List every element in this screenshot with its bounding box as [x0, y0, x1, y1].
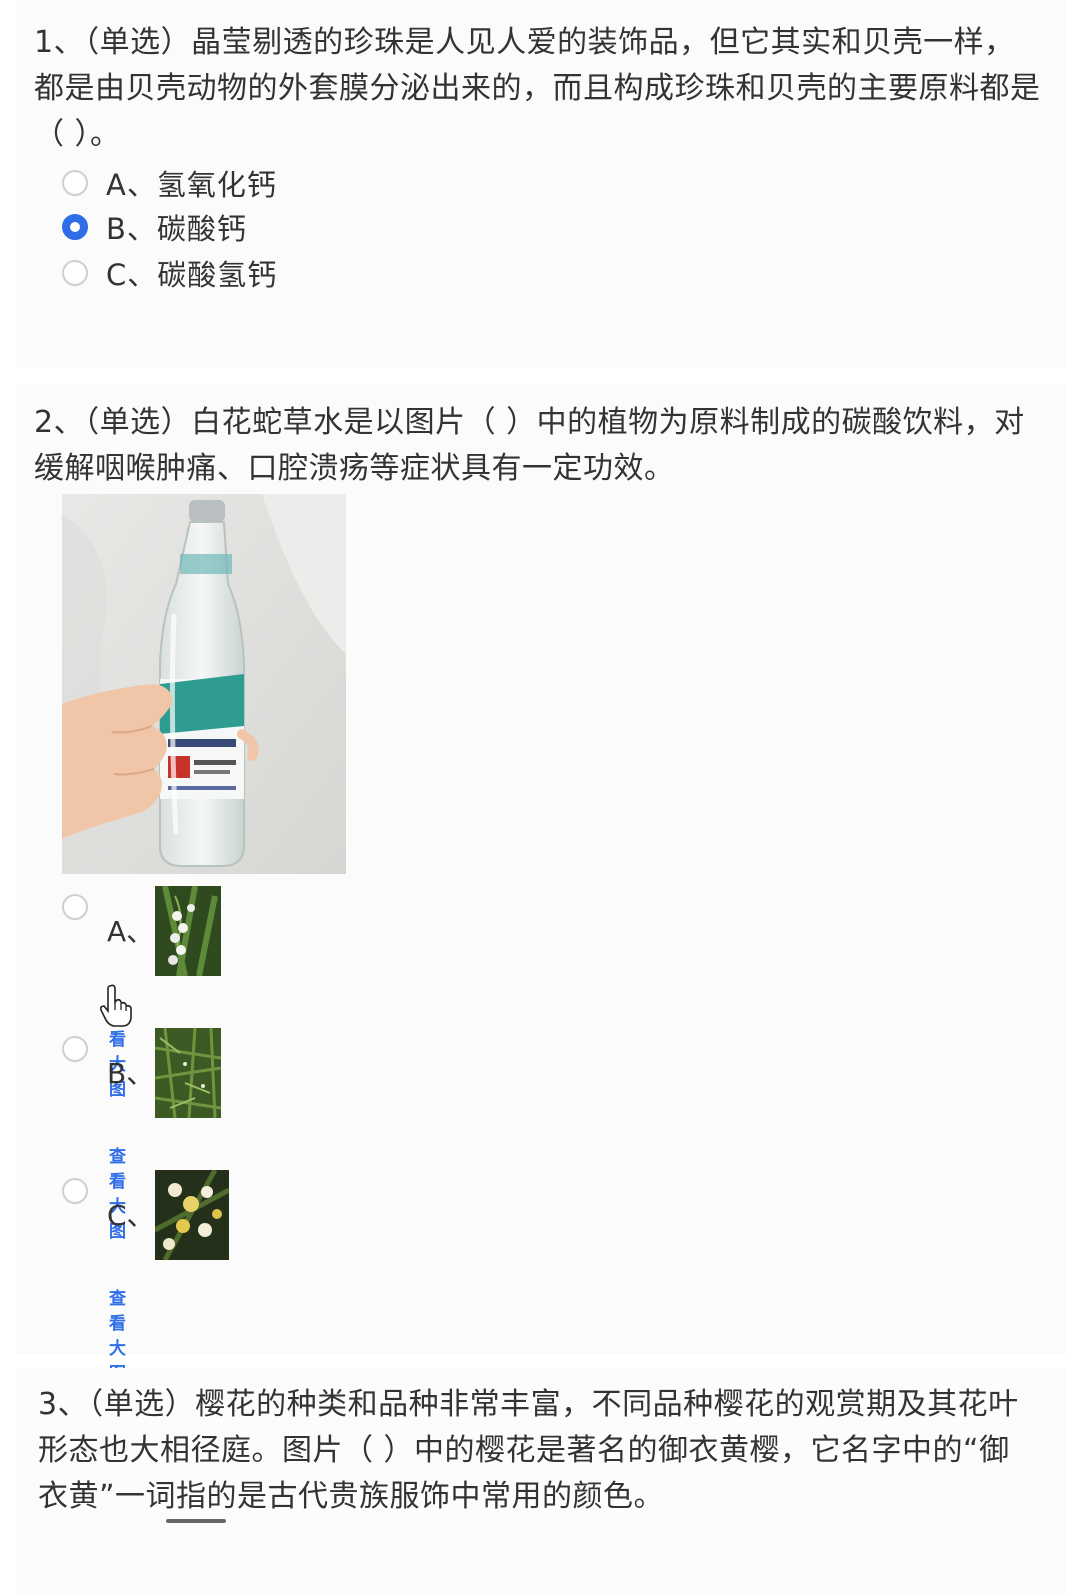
option-label: C、碳酸氢钙 — [106, 258, 278, 292]
question-2-text: 2、（单选）白花蛇草水是以图片（ ）中的植物为原料制成的碳酸饮料，对缓解咽喉肿痛… — [34, 405, 1025, 486]
option-label: A、氢氧化钙 — [106, 168, 277, 202]
radio-button-selected[interactable] — [62, 214, 88, 240]
question-3-text: 3、（单选）樱花的种类和品种非常丰富，不同品种樱花的观赏期及其花叶形态也大相径庭… — [38, 1387, 1019, 1514]
question-2: 2、（单选）白花蛇草水是以图片（ ）中的植物为原料制成的碳酸饮料，对缓解咽喉肿痛… — [16, 384, 1066, 1384]
plant-thumbnail-a[interactable] — [155, 885, 221, 980]
option-label: A、 — [107, 915, 155, 948]
radio-button[interactable] — [62, 1178, 88, 1204]
question-1-text: 1、（单选）晶莹剔透的珍珠是人见人爱的装饰品，但它其实和贝壳一样，都是由贝壳动物… — [34, 25, 1041, 152]
question-1-option-a[interactable]: A、氢氧化钙 — [62, 163, 277, 203]
radio-button[interactable] — [62, 170, 88, 196]
question-1-option-c[interactable]: C、碳酸氢钙 — [62, 253, 277, 293]
plant-thumbnail-c[interactable] — [153, 1168, 231, 1264]
question-3: 3、（单选）樱花的种类和品种非常丰富，不同品种樱花的观赏期及其花叶形态也大相径庭… — [16, 1368, 1066, 1595]
option-label: B、 — [107, 1057, 155, 1090]
option-label: C、 — [107, 1199, 155, 1232]
plant-thumbnail-b[interactable] — [154, 1027, 222, 1122]
question-1: 1、（单选）晶莹剔透的珍珠是人见人爱的装饰品，但它其实和贝壳一样，都是由贝壳动物… — [16, 0, 1066, 368]
option-label: B、碳酸钙 — [106, 212, 247, 246]
radio-button[interactable] — [62, 894, 88, 920]
hand-pointer-cursor-icon — [100, 984, 132, 1027]
radio-button[interactable] — [62, 1036, 88, 1062]
question-1-option-b[interactable]: B、碳酸钙 — [62, 207, 247, 247]
bottle-photo — [62, 494, 346, 874]
radio-button[interactable] — [62, 260, 88, 286]
partial-image-edge — [166, 1519, 226, 1523]
